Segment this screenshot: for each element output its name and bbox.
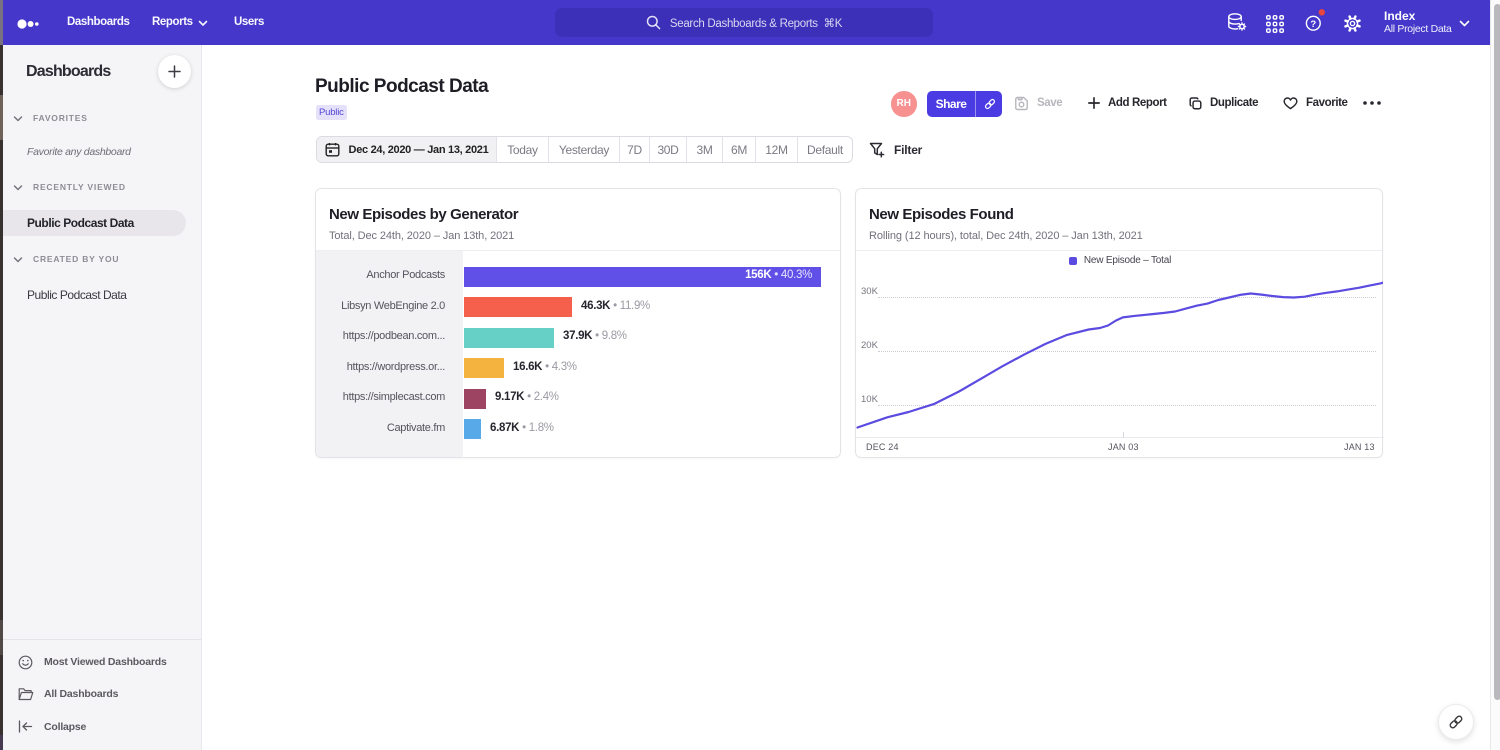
svg-text:?: ? (1310, 19, 1316, 30)
